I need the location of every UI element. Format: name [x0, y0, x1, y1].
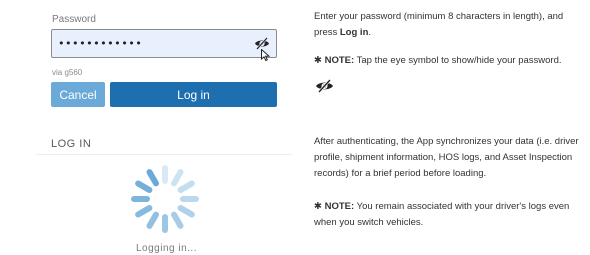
step1-bold-login: Log in [339, 27, 369, 38]
loading-text: Logging in... [136, 243, 197, 254]
spinner-segment [171, 169, 184, 187]
cancel-button[interactable]: Cancel [51, 82, 105, 107]
note2-prefix: ✱ NOTE: [314, 201, 355, 212]
device-text: via g560 [52, 68, 83, 77]
spinner-segment [177, 180, 195, 193]
password-value: •••••••••••• [58, 37, 143, 50]
section-divider [36, 154, 292, 155]
eye-slash-icon [316, 79, 333, 93]
spinner-segment [135, 205, 153, 218]
password-label: Password [52, 14, 96, 25]
note-eye-toggle: ✱ NOTE: Tap the eye symbol to show/hide … [314, 53, 586, 69]
loading-spinner-icon [131, 165, 199, 233]
step-password-instructions: Enter your password (minimum 8 character… [314, 9, 586, 41]
note1-prefix: ✱ NOTE: [314, 55, 355, 66]
login-button[interactable]: Log in [110, 82, 277, 107]
mouse-pointer-icon [261, 49, 270, 61]
spinner-segment [135, 180, 153, 193]
password-field[interactable]: •••••••••••• [51, 29, 277, 58]
spinner-segment [171, 211, 184, 229]
note-driver-logs: ✱ NOTE: You remain associated with your … [314, 199, 586, 231]
note1-text: Tap the eye symbol to show/hide your pas… [354, 55, 562, 66]
spinner-segment [146, 211, 159, 229]
step1-end: . [368, 27, 372, 38]
spinner-segment [146, 169, 159, 187]
section-title: LOG IN [51, 138, 92, 150]
step-sync-instructions: After authenticating, the App synchroniz… [314, 136, 579, 179]
spinner-segment [177, 205, 195, 218]
